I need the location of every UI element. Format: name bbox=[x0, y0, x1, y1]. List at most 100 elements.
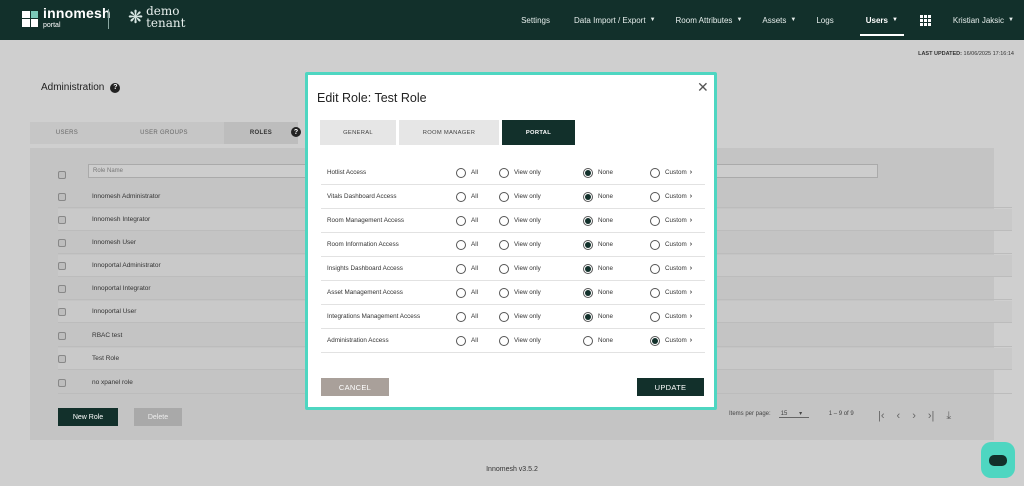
radio-option-none[interactable]: None bbox=[583, 263, 613, 274]
radio-button[interactable] bbox=[456, 167, 466, 178]
radio-button[interactable] bbox=[499, 263, 509, 274]
radio-option-all[interactable]: All bbox=[456, 239, 478, 250]
radio-option-custom[interactable]: Custom › bbox=[650, 215, 692, 226]
radio-button[interactable] bbox=[583, 239, 593, 250]
radio-option-none[interactable]: None bbox=[583, 311, 613, 322]
radio-button[interactable] bbox=[650, 167, 660, 178]
radio-button[interactable] bbox=[583, 335, 593, 346]
radio-button[interactable] bbox=[650, 311, 660, 322]
radio-option-view[interactable]: View only bbox=[499, 191, 541, 202]
row-checkbox[interactable] bbox=[58, 354, 66, 363]
radio-option-all[interactable]: All bbox=[456, 191, 478, 202]
tab-general[interactable]: GENERAL bbox=[320, 120, 396, 145]
chat-button[interactable] bbox=[981, 442, 1015, 478]
prev-page-icon[interactable]: ‹ bbox=[897, 410, 901, 423]
row-checkbox[interactable] bbox=[58, 307, 66, 316]
radio-button[interactable] bbox=[456, 311, 466, 322]
radio-option-all[interactable]: All bbox=[456, 167, 478, 178]
radio-button[interactable] bbox=[583, 263, 593, 274]
radio-option-none[interactable]: None bbox=[583, 239, 613, 250]
radio-button[interactable] bbox=[583, 287, 593, 298]
select-all-checkbox[interactable] bbox=[58, 171, 66, 179]
radio-button[interactable] bbox=[456, 215, 466, 226]
help-icon[interactable]: ? bbox=[110, 82, 121, 93]
user-menu[interactable]: Kristian Jaksic ▼ bbox=[953, 0, 1014, 40]
row-checkbox[interactable] bbox=[58, 238, 66, 247]
radio-option-custom[interactable]: Custom › bbox=[650, 311, 692, 322]
radio-button[interactable] bbox=[499, 239, 509, 250]
radio-button[interactable] bbox=[650, 263, 660, 274]
radio-button[interactable] bbox=[650, 215, 660, 226]
radio-option-none[interactable]: None bbox=[583, 167, 613, 178]
radio-option-view[interactable]: View only bbox=[499, 239, 541, 250]
radio-button[interactable] bbox=[650, 335, 660, 346]
items-per-page-select[interactable]: 15 ▾ bbox=[778, 410, 809, 418]
first-page-icon[interactable]: |‹ bbox=[878, 410, 885, 423]
radio-button[interactable] bbox=[499, 335, 509, 346]
radio-option-none[interactable]: None bbox=[583, 191, 613, 202]
tab-roles[interactable]: ROLES bbox=[224, 122, 298, 144]
row-checkbox[interactable] bbox=[58, 284, 66, 293]
radio-option-custom[interactable]: Custom › bbox=[650, 287, 692, 298]
radio-option-view[interactable]: View only bbox=[499, 311, 541, 322]
tab-user-groups[interactable]: USER GROUPS bbox=[104, 122, 224, 144]
apps-grid-button[interactable] bbox=[919, 0, 931, 40]
last-page-icon[interactable]: ›| bbox=[928, 410, 935, 423]
radio-option-none[interactable]: None bbox=[583, 287, 613, 298]
radio-button[interactable] bbox=[583, 215, 593, 226]
radio-button[interactable] bbox=[456, 287, 466, 298]
radio-option-custom[interactable]: Custom › bbox=[650, 167, 692, 178]
radio-button[interactable] bbox=[499, 287, 509, 298]
radio-option-none[interactable]: None bbox=[583, 335, 613, 346]
radio-option-view[interactable]: View only bbox=[499, 287, 541, 298]
radio-button[interactable] bbox=[499, 311, 509, 322]
tab-portal[interactable]: PORTAL bbox=[502, 120, 575, 145]
radio-button[interactable] bbox=[456, 263, 466, 274]
close-icon[interactable]: ✕ bbox=[697, 79, 709, 96]
nav-users[interactable]: Users ▼ bbox=[859, 0, 905, 40]
nav-room-attributes[interactable]: Room Attributes ▼ bbox=[676, 0, 743, 40]
row-checkbox[interactable] bbox=[58, 261, 66, 270]
tab-room-manager[interactable]: ROOM MANAGER bbox=[399, 120, 499, 145]
nav-logs[interactable]: Logs bbox=[816, 0, 833, 40]
new-role-button[interactable]: New Role bbox=[58, 408, 118, 426]
radio-button[interactable] bbox=[456, 239, 466, 250]
row-checkbox[interactable] bbox=[58, 215, 66, 224]
next-page-icon[interactable]: › bbox=[912, 410, 916, 423]
row-checkbox[interactable] bbox=[58, 378, 66, 387]
radio-button[interactable] bbox=[583, 311, 593, 322]
radio-button[interactable] bbox=[499, 167, 509, 178]
radio-button[interactable] bbox=[583, 191, 593, 202]
nav-settings[interactable]: Settings bbox=[521, 0, 550, 40]
cancel-button[interactable]: CANCEL bbox=[321, 378, 389, 396]
radio-option-custom[interactable]: Custom › bbox=[650, 263, 692, 274]
radio-option-all[interactable]: All bbox=[456, 263, 478, 274]
row-checkbox[interactable] bbox=[58, 331, 66, 340]
row-checkbox[interactable] bbox=[58, 192, 66, 201]
radio-option-view[interactable]: View only bbox=[499, 215, 541, 226]
radio-option-custom[interactable]: Custom › bbox=[650, 239, 692, 250]
nav-assets[interactable]: Assets ▼ bbox=[762, 0, 796, 40]
radio-option-view[interactable]: View only bbox=[499, 263, 541, 274]
radio-option-view[interactable]: View only bbox=[499, 335, 541, 346]
download-icon[interactable]: ⤓ bbox=[946, 410, 951, 423]
tab-users[interactable]: USERS bbox=[30, 122, 104, 144]
radio-option-custom[interactable]: Custom › bbox=[650, 191, 692, 202]
radio-button[interactable] bbox=[583, 167, 593, 178]
radio-button[interactable] bbox=[650, 287, 660, 298]
nav-data-import-export[interactable]: Data Import / Export ▼ bbox=[574, 0, 656, 40]
radio-option-all[interactable]: All bbox=[456, 335, 478, 346]
delete-button[interactable]: Delete bbox=[134, 408, 182, 426]
roles-help-icon[interactable]: ? bbox=[291, 127, 301, 137]
innomesh-logo[interactable]: innomesh portal bbox=[22, 6, 111, 31]
radio-option-all[interactable]: All bbox=[456, 311, 478, 322]
radio-option-all[interactable]: All bbox=[456, 215, 478, 226]
radio-button[interactable] bbox=[650, 239, 660, 250]
radio-option-none[interactable]: None bbox=[583, 215, 613, 226]
update-button[interactable]: UPDATE bbox=[637, 378, 704, 396]
radio-button[interactable] bbox=[499, 215, 509, 226]
radio-button[interactable] bbox=[499, 191, 509, 202]
radio-button[interactable] bbox=[456, 191, 466, 202]
radio-button[interactable] bbox=[456, 335, 466, 346]
radio-option-custom[interactable]: Custom › bbox=[650, 335, 692, 346]
